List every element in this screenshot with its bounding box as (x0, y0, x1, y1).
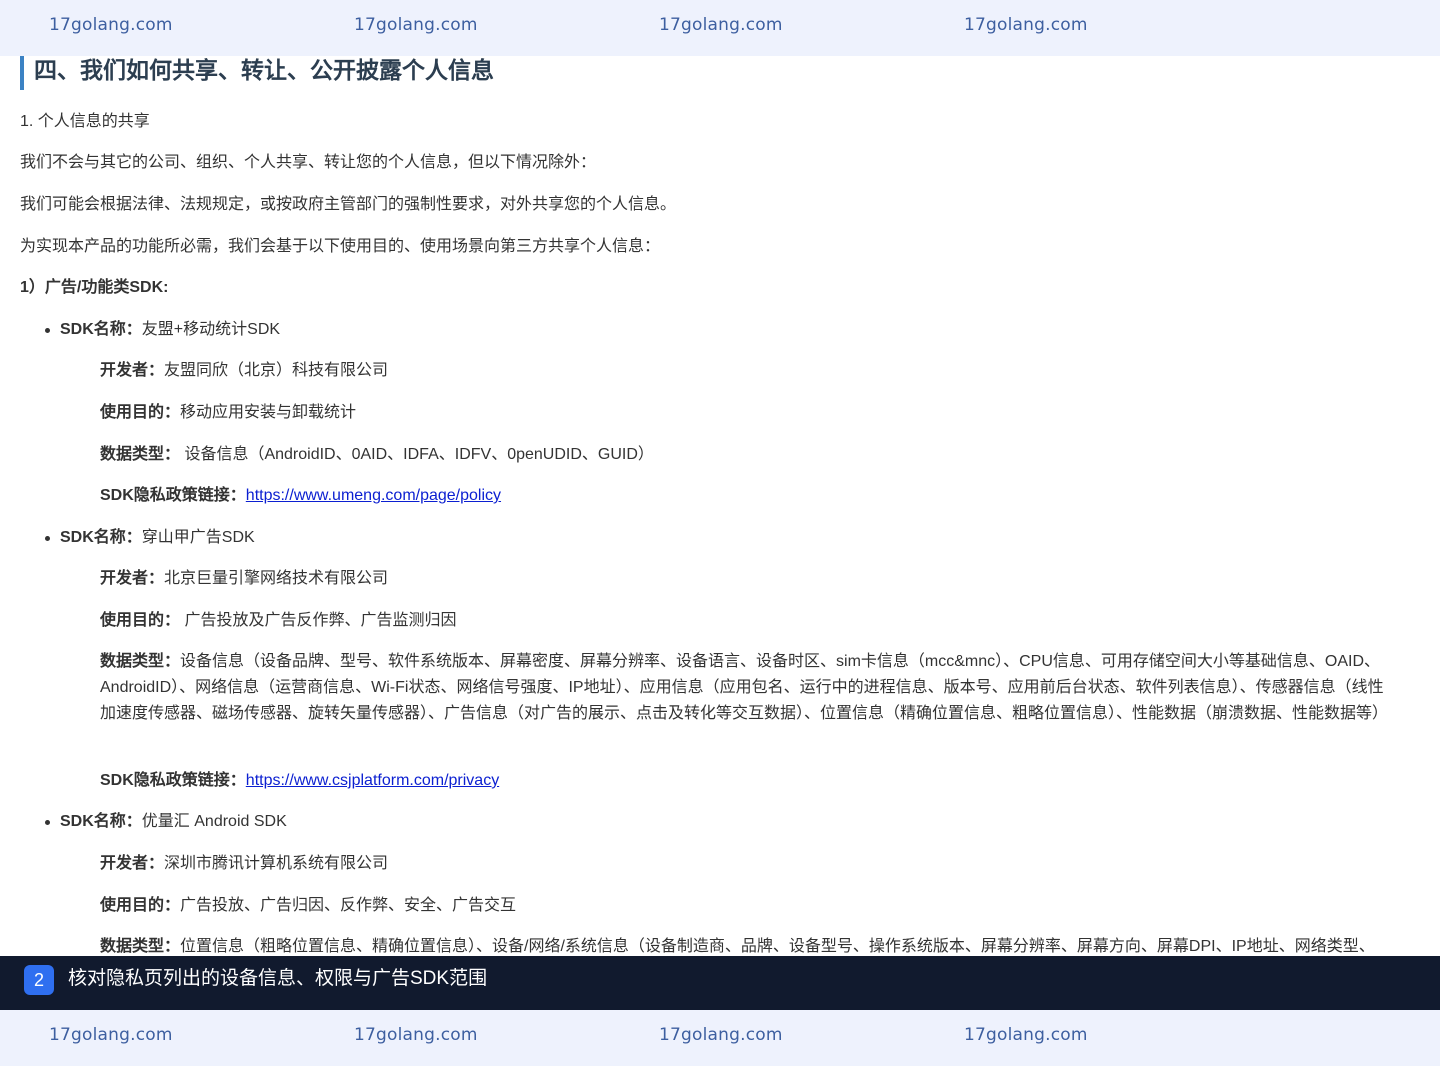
developer-value: 北京巨量引擎网络技术有限公司 (164, 570, 389, 587)
data-type-value: 设备信息（AndroidID、0AID、IDFA、IDFV、0penUDID、G… (180, 446, 654, 463)
sdk-purpose: 使用目的：移动应用安装与卸载统计 (100, 402, 356, 424)
sdk-policy: SDK隐私政策链接：https://www.csjplatform.com/pr… (100, 770, 499, 792)
watermark-text: 17golang.com (49, 1025, 173, 1045)
sdk-developer: 开发者：友盟同欣（北京）科技有限公司 (100, 360, 388, 382)
developer-label: 开发者： (100, 362, 165, 379)
paragraph: 为实现本产品的功能所必需，我们会基于以下使用目的、使用场景向第三方共享个人信息： (20, 238, 661, 255)
policy-label: SDK隐私政策链接： (100, 487, 246, 504)
data-type-value: 设备信息（设备品牌、型号、软件系统版本、屏幕密度、屏幕分辨率、设备语言、设备时区… (100, 653, 1389, 722)
sdk-data-type: 数据类型：位置信息（粗略位置信息、精确位置信息）、设备/网络/系统信息（设备制造… (100, 936, 1375, 956)
purpose-label: 使用目的： (100, 897, 181, 914)
sdk-policy: SDK隐私政策链接：https://www.umeng.com/page/pol… (100, 485, 501, 507)
watermark-text: 17golang.com (964, 1025, 1088, 1045)
sdk-data-type: 数据类型： 设备信息（AndroidID、0AID、IDFA、IDFV、0pen… (100, 444, 654, 466)
paragraph: 我们不会与其它的公司、组织、个人共享、转让您的个人信息，但以下情况除外： (20, 154, 597, 171)
watermark-text: 17golang.com (964, 15, 1088, 35)
sdk-name-label: SDK名称： (60, 529, 142, 546)
sdk-name-label: SDK名称： (60, 321, 142, 338)
data-type-value: 位置信息（粗略位置信息、精确位置信息）、设备/网络/系统信息（设备制造商、品牌、… (180, 938, 1375, 955)
purpose-value: 移动应用安装与卸载统计 (180, 404, 357, 421)
watermark-text: 17golang.com (49, 15, 173, 35)
sdk-purpose: 使用目的： 广告投放及广告反作弊、广告监测归因 (100, 610, 456, 632)
developer-value: 友盟同欣（北京）科技有限公司 (164, 362, 389, 379)
sdk-data-type: 数据类型：设备信息（设备品牌、型号、软件系统版本、屏幕密度、屏幕分辨率、设备语言… (100, 649, 1389, 727)
sdk-name-value: 友盟+移动统计SDK (141, 321, 281, 338)
step-instruction: 核对隐私页列出的设备信息、权限与广告SDK范围 (68, 968, 488, 989)
developer-label: 开发者： (100, 855, 165, 872)
developer-label: 开发者： (100, 570, 165, 587)
data-type-label: 数据类型： (100, 653, 181, 670)
sdk-name-value: 穿山甲广告SDK (141, 529, 255, 546)
step-number-badge: 2 (24, 965, 54, 995)
watermark-text: 17golang.com (659, 1025, 783, 1045)
category-heading: 1）广告/功能类SDK: (20, 279, 169, 296)
sdk-developer: 开发者：北京巨量引擎网络技术有限公司 (100, 568, 388, 590)
policy-link[interactable]: https://www.umeng.com/page/policy (246, 487, 501, 504)
policy-label: SDK隐私政策链接： (100, 772, 246, 789)
sdk-list-item: SDK名称：穿山甲广告SDK (45, 527, 255, 549)
purpose-value: 广告投放、广告归因、反作弊、安全、广告交互 (180, 897, 517, 914)
developer-value: 深圳市腾讯计算机系统有限公司 (164, 855, 389, 872)
sdk-purpose: 使用目的：广告投放、广告归因、反作弊、安全、广告交互 (100, 895, 516, 917)
sdk-list-item: SDK名称：友盟+移动统计SDK (44, 319, 281, 341)
watermark-text: 17golang.com (354, 1025, 478, 1045)
policy-link[interactable]: https://www.csjplatform.com/privacy (246, 772, 499, 789)
data-type-label: 数据类型： (100, 446, 181, 463)
paragraph: 我们可能会根据法律、法规规定，或按政府主管部门的强制性要求，对外共享您的个人信息… (20, 196, 677, 213)
purpose-value: 广告投放及广告反作弊、广告监测归因 (180, 612, 457, 629)
section-heading: 四、我们如何共享、转让、公开披露个人信息 (20, 56, 494, 90)
watermark-text: 17golang.com (659, 15, 783, 35)
watermark-bar-bottom: 17golang.com 17golang.com 17golang.com 1… (0, 1010, 1440, 1066)
privacy-content: 四、我们如何共享、转让、公开披露个人信息 1. 个人信息的共享 我们不会与其它的… (0, 56, 1440, 956)
purpose-label: 使用目的： (100, 612, 181, 629)
watermark-bar-top: 17golang.com 17golang.com 17golang.com 1… (0, 0, 1440, 56)
sub-heading: 1. 个人信息的共享 (20, 113, 150, 130)
sdk-list-item: SDK名称：优量汇 Android SDK (45, 811, 287, 833)
sdk-developer: 开发者：深圳市腾讯计算机系统有限公司 (100, 853, 388, 875)
sdk-name-value: 优量汇 Android SDK (141, 813, 287, 830)
step-banner: 2 核对隐私页列出的设备信息、权限与广告SDK范围 (0, 956, 1440, 1010)
data-type-label: 数据类型： (100, 938, 181, 955)
watermark-text: 17golang.com (354, 15, 478, 35)
purpose-label: 使用目的： (100, 404, 181, 421)
sdk-name-label: SDK名称： (60, 813, 142, 830)
